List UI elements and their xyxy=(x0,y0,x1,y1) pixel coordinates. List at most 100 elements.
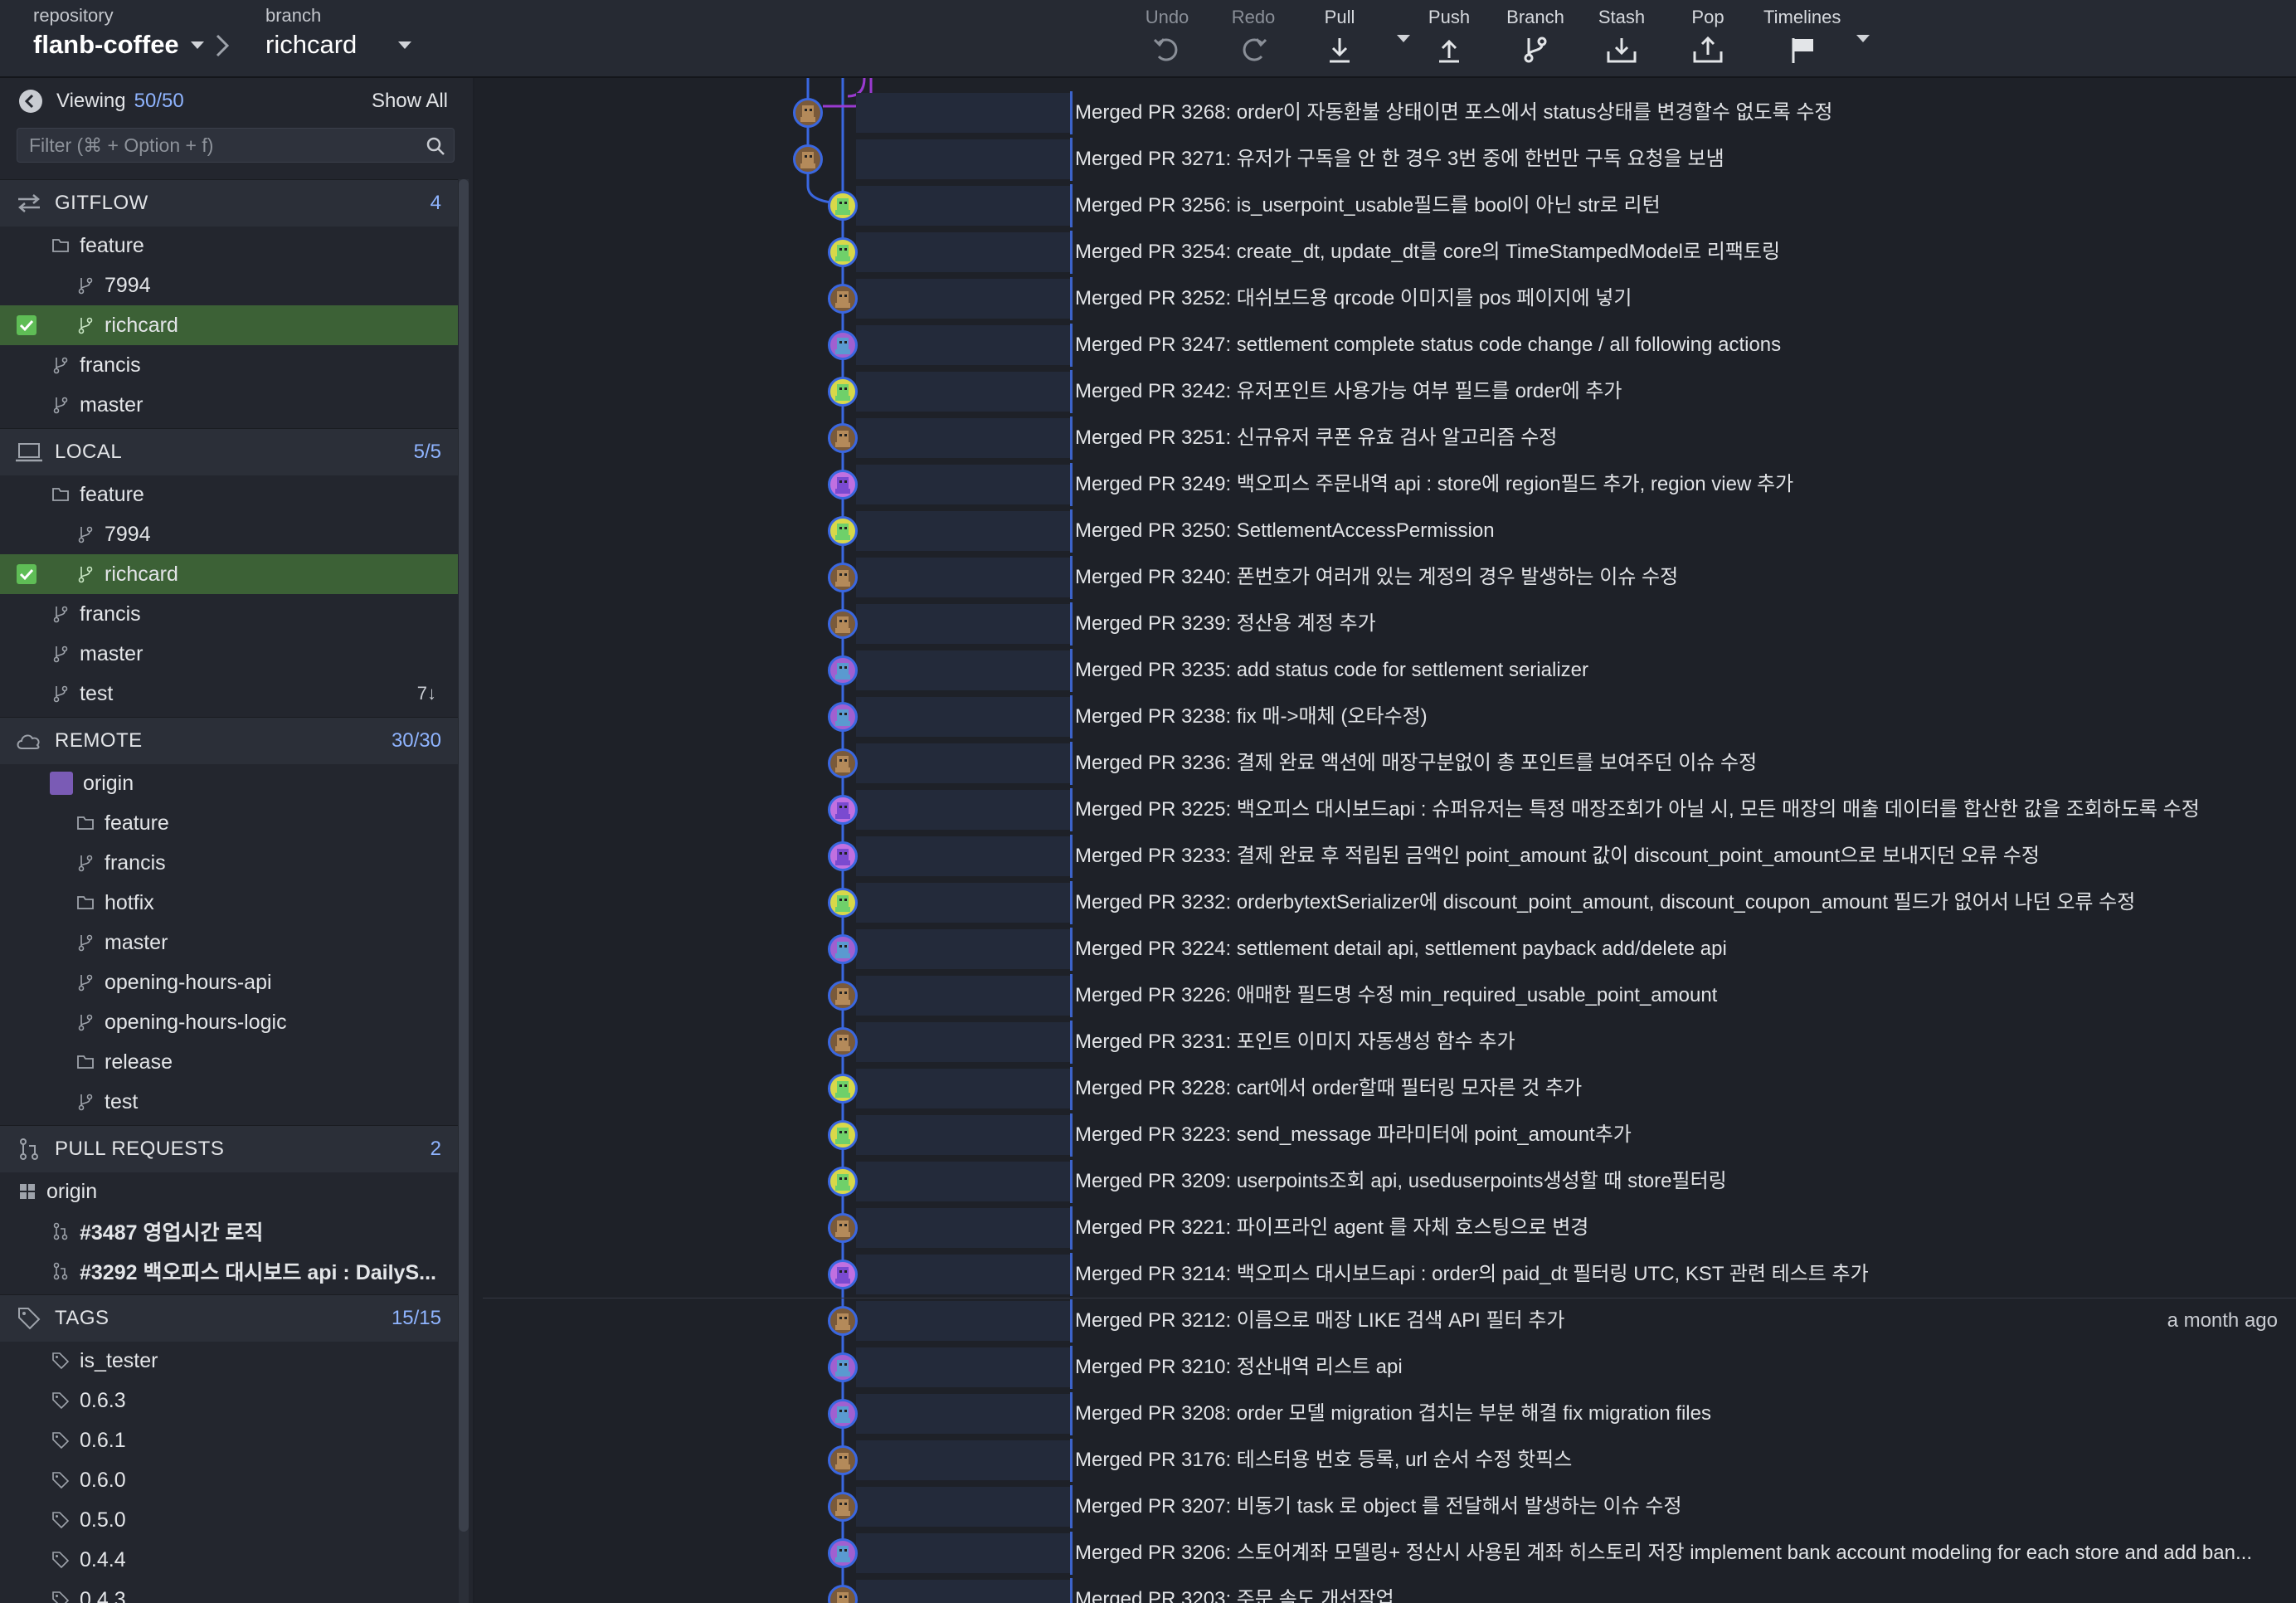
commit-row[interactable]: Merged PR 3249: 백오피스 주문내역 api : store에 r… xyxy=(474,461,2296,508)
author-avatar[interactable] xyxy=(828,1120,858,1150)
author-avatar[interactable] xyxy=(828,237,858,267)
gitflow-branch-francis[interactable]: francis xyxy=(0,345,458,385)
commit-graph[interactable]: Merged PR 3268: order이 자동환불 상태이면 포스에서 st… xyxy=(474,78,2296,1603)
local-branch-richcard[interactable]: richcard xyxy=(0,554,458,594)
section-gitflow[interactable]: GITFLOW 4 xyxy=(0,179,458,227)
commit-row[interactable]: Merged PR 3223: send_message 파라미터에 point… xyxy=(474,1112,2296,1158)
commit-row[interactable]: Merged PR 3236: 결제 완료 액션에 매장구분없이 총 포인트를 … xyxy=(474,740,2296,787)
undo-button[interactable]: Undo xyxy=(1130,7,1204,69)
pop-button[interactable]: Pop xyxy=(1671,7,1745,69)
stash-button[interactable]: Stash xyxy=(1584,7,1659,69)
commit-row[interactable]: Merged PR 3224: settlement detail api, s… xyxy=(474,926,2296,972)
section-local[interactable]: LOCAL 5/5 xyxy=(0,428,458,475)
tag-item[interactable]: 0.4.3 xyxy=(0,1580,458,1603)
commit-row[interactable]: Merged PR 3221: 파이프라인 agent 를 자체 호스팅으로 변… xyxy=(474,1205,2296,1251)
author-avatar[interactable] xyxy=(828,1352,858,1382)
commit-row[interactable]: Merged PR 3226: 애매한 필드명 수정 min_required_… xyxy=(474,972,2296,1019)
gitflow-branch-master[interactable]: master xyxy=(0,385,458,425)
commit-row[interactable]: Merged PR 3214: 백오피스 대시보드api : order의 pa… xyxy=(474,1251,2296,1298)
author-avatar[interactable] xyxy=(828,1306,858,1336)
pull-request-item[interactable]: #3487 영업시간 로직 xyxy=(0,1211,458,1251)
commit-row[interactable]: Merged PR 3225: 백오피스 대시보드api : 슈퍼유저는 특정 … xyxy=(474,787,2296,833)
author-avatar[interactable] xyxy=(828,1213,858,1243)
tag-item[interactable]: 0.6.1 xyxy=(0,1420,458,1460)
commit-row[interactable]: Merged PR 3206: 스토어계좌 모델링+ 정산시 사용된 계좌 히스… xyxy=(474,1530,2296,1576)
author-avatar[interactable] xyxy=(828,841,858,871)
gitflow-branch-richcard[interactable]: richcard xyxy=(0,305,458,345)
timelines-button[interactable]: Timelines xyxy=(1763,7,1846,69)
pr-provider-origin[interactable]: origin xyxy=(0,1172,458,1211)
author-avatar[interactable] xyxy=(828,1538,858,1568)
pull-options-dropdown[interactable] xyxy=(1397,35,1410,42)
remote-origin[interactable]: origin xyxy=(0,763,458,803)
tag-item[interactable]: 0.4.4 xyxy=(0,1540,458,1580)
author-avatar[interactable] xyxy=(828,191,858,221)
commit-row[interactable]: Merged PR 3210: 정산내역 리스트 api xyxy=(474,1344,2296,1391)
branch-selector[interactable]: branch richcard xyxy=(265,5,412,60)
remote-branch-opening-hours-api[interactable]: opening-hours-api xyxy=(0,962,458,1002)
local-branch-test[interactable]: test 7↓ xyxy=(0,674,458,714)
local-folder-feature[interactable]: feature xyxy=(0,475,458,514)
filter-field[interactable] xyxy=(17,128,455,163)
commit-row[interactable]: Merged PR 3256: is_userpoint_usable필드를 b… xyxy=(474,183,2296,229)
author-avatar[interactable] xyxy=(828,1074,858,1104)
local-branch-master[interactable]: master xyxy=(0,634,458,674)
commit-row[interactable]: Merged PR 3209: userpoints조회 api, usedus… xyxy=(474,1158,2296,1205)
commit-row[interactable]: Merged PR 3242: 유저포인트 사용가능 여부 필드를 order에… xyxy=(474,368,2296,415)
local-branch-7994[interactable]: 7994 xyxy=(0,514,458,554)
commit-row[interactable]: Merged PR 3252: 대쉬보드용 qrcode 이미지를 pos 페이… xyxy=(474,275,2296,322)
author-avatar[interactable] xyxy=(828,934,858,964)
remote-branch-opening-hours-logic[interactable]: opening-hours-logic xyxy=(0,1002,458,1042)
author-avatar[interactable] xyxy=(828,655,858,685)
show-all-button[interactable]: Show All xyxy=(372,90,448,113)
author-avatar[interactable] xyxy=(828,284,858,314)
commit-row[interactable]: Merged PR 3268: order이 자동환불 상태이면 포스에서 st… xyxy=(474,90,2296,136)
commit-row[interactable]: Merged PR 3251: 신규유저 쿠폰 유효 검사 알고리즘 수정 xyxy=(474,415,2296,461)
pull-button[interactable]: Pull xyxy=(1302,7,1377,69)
commit-row[interactable]: Merged PR 3233: 결제 완료 후 적립된 금액인 point_am… xyxy=(474,833,2296,879)
author-avatar[interactable] xyxy=(828,516,858,546)
remote-folder-release[interactable]: release xyxy=(0,1042,458,1082)
commit-row[interactable]: Merged PR 3247: settlement complete stat… xyxy=(474,322,2296,368)
commit-row[interactable]: Merged PR 3212: 이름으로 매장 LIKE 검색 API 필터 추… xyxy=(474,1298,2296,1344)
commit-row[interactable]: Merged PR 3238: fix 매->매체 (오타수정) xyxy=(474,694,2296,740)
commit-row[interactable]: Merged PR 3231: 포인트 이미지 자동생성 함수 추가 xyxy=(474,1019,2296,1065)
pull-request-item[interactable]: #3292 백오피스 대시보드 api : DailyS... xyxy=(0,1251,458,1291)
author-avatar[interactable] xyxy=(793,98,823,128)
commit-row[interactable]: Merged PR 3207: 비동기 task 로 object 를 전달해서… xyxy=(474,1484,2296,1530)
author-avatar[interactable] xyxy=(828,423,858,453)
tag-item[interactable]: 0.6.0 xyxy=(0,1460,458,1500)
author-avatar[interactable] xyxy=(828,609,858,639)
commit-row[interactable]: Merged PR 3208: order 모델 migration 겹치는 부… xyxy=(474,1391,2296,1437)
author-avatar[interactable] xyxy=(828,1027,858,1057)
section-remote[interactable]: REMOTE 30/30 xyxy=(0,717,458,764)
author-avatar[interactable] xyxy=(828,1445,858,1475)
branch-button[interactable]: Branch xyxy=(1498,7,1573,69)
section-pull-requests[interactable]: PULL REQUESTS 2 xyxy=(0,1125,458,1172)
commit-row[interactable]: Merged PR 3240: 폰번호가 여러개 있는 계정의 경우 발생하는 … xyxy=(474,554,2296,601)
sidebar-scrollbar[interactable] xyxy=(459,179,469,1603)
redo-button[interactable]: Redo xyxy=(1216,7,1291,69)
author-avatar[interactable] xyxy=(828,1260,858,1289)
back-circle-icon[interactable] xyxy=(18,89,43,114)
remote-branch-francis[interactable]: francis xyxy=(0,843,458,883)
author-avatar[interactable] xyxy=(828,330,858,360)
author-avatar[interactable] xyxy=(828,888,858,918)
commit-row[interactable]: Merged PR 3232: orderbytextSerializer에 d… xyxy=(474,879,2296,926)
gitflow-folder-feature[interactable]: feature xyxy=(0,226,458,266)
commit-row[interactable]: Merged PR 3254: create_dt, update_dt를 co… xyxy=(474,229,2296,275)
gitflow-branch-7994[interactable]: 7994 xyxy=(0,266,458,305)
author-avatar[interactable] xyxy=(828,1585,858,1603)
repository-selector[interactable]: repository flanb-coffee xyxy=(33,5,204,60)
push-button[interactable]: Push xyxy=(1412,7,1486,69)
author-avatar[interactable] xyxy=(828,1492,858,1522)
tag-item[interactable]: 0.6.3 xyxy=(0,1381,458,1420)
remote-branch-master[interactable]: master xyxy=(0,923,458,962)
author-avatar[interactable] xyxy=(828,795,858,825)
author-avatar[interactable] xyxy=(793,144,823,174)
remote-folder-feature[interactable]: feature xyxy=(0,803,458,843)
author-avatar[interactable] xyxy=(828,470,858,499)
scrollbar-thumb[interactable] xyxy=(459,179,469,1532)
local-branch-francis[interactable]: francis xyxy=(0,594,458,634)
author-avatar[interactable] xyxy=(828,563,858,592)
